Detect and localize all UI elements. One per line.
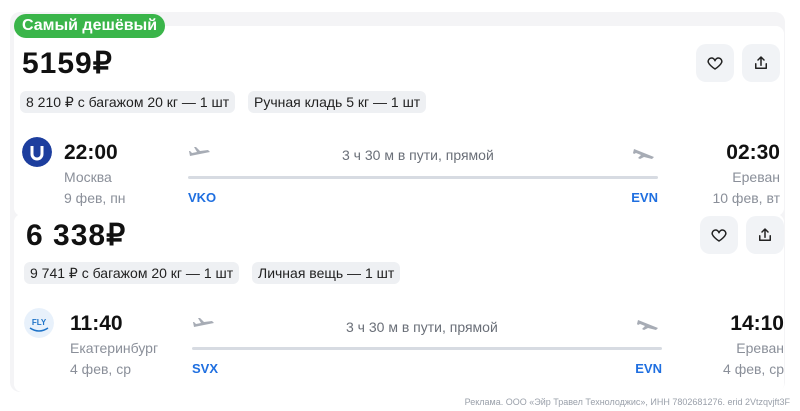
departure-airport-code: VKO	[188, 190, 217, 205]
arrival-time: 14:10	[730, 312, 784, 335]
departure-time: 11:40	[70, 312, 123, 335]
share-icon	[755, 56, 767, 69]
heart-icon	[711, 229, 727, 242]
flight-duration: 3 ч 30 м в пути, прямой	[342, 147, 494, 163]
share-button[interactable]	[742, 44, 780, 82]
airline-logo-redwings: FLY	[24, 308, 54, 338]
offer-card-1[interactable]	[14, 26, 784, 216]
share-button[interactable]	[746, 216, 784, 254]
share-icon	[759, 228, 771, 241]
favorite-button[interactable]	[696, 44, 734, 82]
departure-city: Екатеринбург	[70, 340, 159, 356]
airline-logo-text: FLY	[32, 318, 47, 327]
landing-icon	[633, 149, 654, 159]
arrival-city: Ереван	[732, 169, 780, 185]
ad-disclaimer: Реклама. ООО «Эйр Травел Технолоджис», И…	[464, 397, 790, 407]
departure-date: 9 фев, пн	[64, 190, 126, 206]
departure-airport-code: SVX	[192, 361, 219, 376]
flight-duration: 3 ч 30 м в пути, прямой	[346, 319, 498, 335]
heart-icon	[707, 57, 723, 70]
landing-icon	[637, 320, 658, 330]
airline-logo-utair	[22, 137, 52, 167]
arrival-city: Ереван	[736, 340, 784, 356]
departure-time: 22:00	[64, 141, 118, 164]
baggage-chip: 8 210 ₽ с багажом 20 кг — 1 шт	[20, 91, 236, 113]
departure-date: 4 фев, ср	[70, 361, 131, 377]
baggage-chip: 9 741 ₽ с багажом 20 кг — 1 шт	[24, 262, 240, 284]
arrival-date: 10 фев, вт	[712, 190, 780, 206]
offer-price: 5159₽	[22, 47, 113, 80]
arrival-time: 02:30	[726, 141, 780, 164]
route-line	[188, 176, 658, 179]
hand-luggage-chip: Ручная кладь 5 кг — 1 шт	[248, 91, 427, 113]
departure-city: Москва	[64, 169, 112, 185]
cheapest-badge: Самый дешёвый	[14, 14, 166, 38]
offer-price: 6 338₽	[26, 219, 127, 252]
arrival-airport-code: EVN	[631, 190, 658, 205]
takeoff-icon	[189, 147, 210, 156]
favorite-button[interactable]	[700, 216, 738, 254]
personal-item-chip: Личная вещь — 1 шт	[252, 262, 401, 284]
route-line	[192, 347, 662, 350]
arrival-airport-code: EVN	[635, 361, 662, 376]
takeoff-icon	[193, 318, 214, 327]
arrival-date: 4 фев, ср	[723, 361, 784, 377]
